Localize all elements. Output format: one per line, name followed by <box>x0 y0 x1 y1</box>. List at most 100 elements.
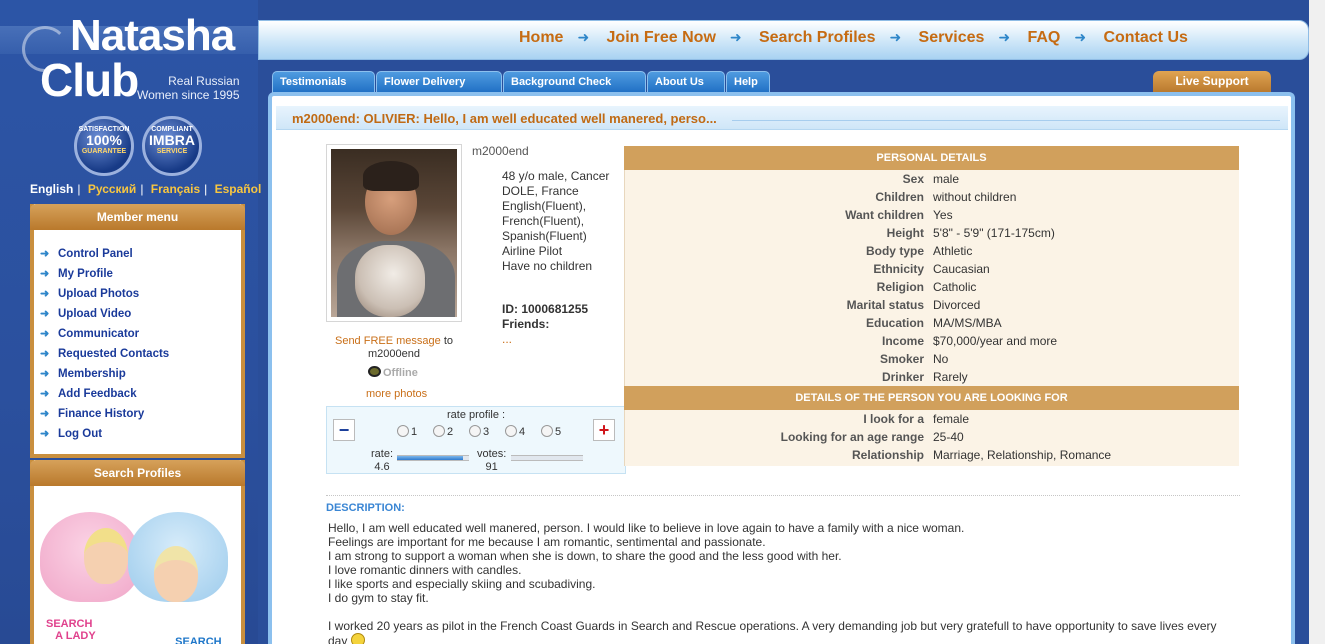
top-navigation: Home ➜ Join Free Now ➜ Search Profiles ➜ Se… <box>258 20 1309 60</box>
rate-option-label: 1 <box>411 426 418 438</box>
detail-key: Height <box>886 226 924 240</box>
personal-details-body: Sex male Children without children Want chil… <box>624 170 1239 386</box>
menu-item-upload-photos[interactable]: ➜ Upload Photos <box>40 284 241 304</box>
description-heading: DESCRIPTION: <box>326 502 405 514</box>
send-message-to: to <box>440 335 453 347</box>
rate-minus-button[interactable]: − <box>333 419 355 441</box>
detail-row: I look for a female <box>625 410 1239 428</box>
lang-spanish[interactable]: Español <box>215 182 262 196</box>
search-profiles-box: Search Profiles SEARCH A LADY SEARCHA MA… <box>30 460 245 644</box>
detail-row: Relationship Marriage, Relationship, Roma… <box>625 446 1239 464</box>
detail-row: Body type Athletic <box>625 242 1239 260</box>
profile-photo-frame[interactable] <box>326 144 462 322</box>
nav-contact-us[interactable]: Contact Us <box>1103 29 1187 46</box>
description-line: I like sports and especially skiing and … <box>328 577 596 591</box>
send-message-user: m2000end <box>368 348 420 360</box>
photo-hair <box>363 161 419 191</box>
menu-item-requested-contacts[interactable]: ➜ Requested Contacts <box>40 344 241 364</box>
rate-option-3[interactable]: 3 <box>469 425 489 438</box>
nav-arrow-icon: ➜ <box>729 29 742 45</box>
tab-testimonials[interactable]: Testimonials <box>272 71 375 93</box>
rate-option-4[interactable]: 4 <box>505 425 525 438</box>
detail-value: without children <box>933 190 1017 204</box>
arrow-icon: ➜ <box>40 348 50 360</box>
summary-language-1: English(Fluent), <box>502 199 587 213</box>
menu-item-communicator[interactable]: ➜ Communicator <box>40 324 241 344</box>
search-lady-link[interactable]: SEARCH A LADY <box>46 618 96 642</box>
detail-key: Smoker <box>879 352 924 366</box>
nav-home[interactable]: Home <box>519 29 563 46</box>
rate-plus-button[interactable]: + <box>593 419 615 441</box>
member-menu-list: ➜ Control Panel ➜ My Profile ➜ Upload Photo… <box>34 230 241 444</box>
description-line: day <box>328 633 1248 644</box>
menu-item-add-feedback[interactable]: ➜ Add Feedback <box>40 384 241 404</box>
more-photos-link[interactable]: more photos <box>366 388 427 400</box>
detail-key: I look for a <box>863 412 924 426</box>
rate-option-2[interactable]: 2 <box>433 425 453 438</box>
menu-item-upload-video[interactable]: ➜ Upload Video <box>40 304 241 324</box>
satisfaction-guarantee-badge[interactable]: SATISFACTION 100% GUARANTEE <box>74 116 134 176</box>
detail-key: Children <box>875 190 924 204</box>
menu-item-log-out[interactable]: ➜ Log Out <box>40 424 241 444</box>
rate-readout: rate: 4.6 <box>371 448 393 474</box>
imbra-compliant-badge[interactable]: COMPLIANT IMBRA SERVICE <box>142 116 202 176</box>
nav-arrow-icon: ➜ <box>1074 29 1087 45</box>
rate-option-1[interactable]: 1 <box>397 425 417 438</box>
tab-about-us[interactable]: About Us <box>647 71 725 93</box>
site-logo[interactable]: Natasha Club Real Russian Women since 19… <box>0 0 258 112</box>
send-free-message-link[interactable]: Send FREE message <box>335 335 441 347</box>
badge-main-text: 100% <box>86 132 122 148</box>
search-man-link[interactable]: SEARCHA MAN <box>166 636 221 644</box>
menu-item-label: Log Out <box>58 428 103 440</box>
summary-language-3: Spanish(Fluent) <box>502 229 587 243</box>
menu-item-label: Control Panel <box>58 248 133 260</box>
description-divider <box>326 495 1240 496</box>
radio-icon <box>541 425 553 437</box>
detail-value: Marriage, Relationship, Romance <box>933 448 1112 462</box>
friends-more-link[interactable]: ... <box>472 332 622 347</box>
live-support-button[interactable]: Live Support <box>1153 71 1271 93</box>
online-status: Offline <box>368 366 418 379</box>
nav-join-free[interactable]: Join Free Now <box>607 29 716 46</box>
detail-value: Yes <box>933 208 953 222</box>
member-menu: Member menu ➜ Control Panel ➜ My Profile ➜… <box>30 204 245 458</box>
nav-search-profiles[interactable]: Search Profiles <box>759 29 876 46</box>
profile-photo[interactable] <box>331 149 457 317</box>
personal-details-header: PERSONAL DETAILS <box>624 146 1239 170</box>
menu-item-label: Add Feedback <box>58 388 137 400</box>
menu-item-control-panel[interactable]: ➜ Control Panel <box>40 244 241 264</box>
left-sidebar: Natasha Club Real Russian Women since 19… <box>0 0 261 644</box>
nav-faq[interactable]: FAQ <box>1027 29 1060 46</box>
detail-key: Body type <box>865 244 924 258</box>
summary-occupation: Airline Pilot <box>502 244 563 258</box>
tab-help[interactable]: Help <box>726 71 770 93</box>
arrow-icon: ➜ <box>40 408 50 420</box>
nav-arrow-icon: ➜ <box>998 29 1011 45</box>
rate-option-5[interactable]: 5 <box>541 425 561 438</box>
detail-row: Smoker No <box>625 350 1239 368</box>
looking-for-body: I look for a female Looking for an age ran… <box>624 410 1239 466</box>
detail-value: MA/MS/MBA <box>933 316 1002 330</box>
lang-english[interactable]: English <box>30 182 73 196</box>
menu-item-my-profile[interactable]: ➜ My Profile <box>40 264 241 284</box>
tagline-line2: Women since 1995 <box>137 88 240 102</box>
arrow-icon: ➜ <box>40 248 50 260</box>
tab-flower-delivery[interactable]: Flower Delivery <box>376 71 502 93</box>
status-text: Offline <box>383 367 418 379</box>
page-right-margin <box>1309 0 1325 644</box>
menu-item-membership[interactable]: ➜ Membership <box>40 364 241 384</box>
votes-label: votes: <box>477 448 507 460</box>
radio-icon <box>433 425 445 437</box>
nav-services[interactable]: Services <box>919 29 985 46</box>
votes-readout: votes: 91 <box>477 448 506 474</box>
tab-background-check[interactable]: Background Check <box>503 71 646 93</box>
lang-french[interactable]: Français <box>151 182 200 196</box>
lang-russian[interactable]: Русский <box>88 182 137 196</box>
nav-arrow-icon: ➜ <box>577 29 590 45</box>
nav-arrow-icon: ➜ <box>889 29 902 45</box>
menu-item-label: Upload Video <box>58 308 132 320</box>
detail-key: Religion <box>876 280 924 294</box>
menu-item-label: My Profile <box>58 268 113 280</box>
tagline-line1: Real Russian <box>168 74 240 88</box>
menu-item-finance-history[interactable]: ➜ Finance History <box>40 404 241 424</box>
